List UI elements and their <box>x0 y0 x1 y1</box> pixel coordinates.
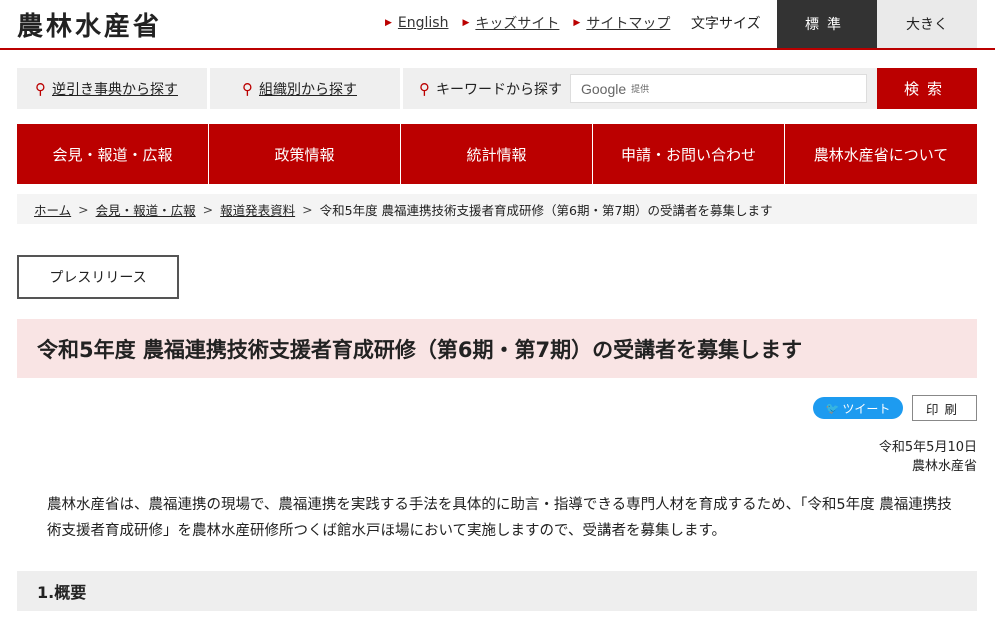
breadcrumb-press[interactable]: 会見・報道・広報 <box>96 200 196 219</box>
site-logo[interactable]: 農林水産省 <box>17 6 162 43</box>
search-button[interactable]: 検索 <box>877 68 977 109</box>
search-icon: ⚲ <box>242 79 253 98</box>
breadcrumb: ホーム > 会見・報道・広報 > 報道発表資料 > 令和5年度 農福連携技術支援… <box>17 194 977 224</box>
lead-paragraph: 農林水産省は、農福連携の現場で、農福連携を実践する手法を具体的に助言・指導できる… <box>47 497 952 539</box>
nav-item-press[interactable]: 会見・報道・広報 <box>17 124 209 184</box>
breadcrumb-separator: > <box>302 201 313 217</box>
breadcrumb-current: 令和5年度 農福連携技術支援者育成研修（第6期・第7期）の受講者を募集します <box>319 202 773 218</box>
search-row: ⚲ 逆引き事典から探す ⚲ 組織別から探す ⚲ キーワードから探す Google… <box>17 68 977 109</box>
publisher: 農林水産省 <box>911 459 977 474</box>
twitter-bird-icon: 🐦 <box>825 401 840 415</box>
publish-date: 令和5年5月10日 <box>878 440 977 455</box>
page-title-box: 令和5年度 農福連携技術支援者育成研修（第6期・第7期）の受講者を募集します <box>17 319 977 378</box>
tweet-label: ツイート <box>842 401 891 416</box>
breadcrumb-releases[interactable]: 報道発表資料 <box>220 200 295 219</box>
breadcrumb-home[interactable]: ホーム <box>34 200 71 219</box>
utility-links: ▶ English ▶ キッズサイト ▶ サイトマップ <box>385 13 684 33</box>
font-size-large-button[interactable]: 大きく <box>877 0 977 48</box>
nav-item-policy[interactable]: 政策情報 <box>209 124 401 184</box>
category-label: プレスリリース <box>17 255 179 299</box>
nav-item-about[interactable]: 農林水産省について <box>785 124 977 184</box>
nav-item-applications[interactable]: 申請・お問い合わせ <box>593 124 785 184</box>
chevron-right-icon: ▶ <box>573 18 581 28</box>
link-kids-site[interactable]: ▶ キッズサイト <box>462 13 559 33</box>
breadcrumb-separator: > <box>202 201 214 217</box>
main-nav: 会見・報道・広報 政策情報 統計情報 申請・お問い合わせ 農林水産省について <box>17 124 977 184</box>
page-title: 令和5年度 農福連携技術支援者育成研修（第6期・第7期）の受講者を募集します <box>37 337 803 362</box>
search-input[interactable]: Google 提供 <box>570 74 867 103</box>
nav-item-statistics[interactable]: 統計情報 <box>401 124 593 184</box>
font-size-standard-button[interactable]: 標準 <box>777 0 877 48</box>
section-heading-overview: 1.概要 <box>17 571 977 611</box>
print-button[interactable]: 印刷 <box>912 395 977 421</box>
breadcrumb-separator: > <box>78 201 89 217</box>
font-size-label: 文字サイズ <box>691 16 761 32</box>
organization-search-link[interactable]: ⚲ 組織別から探す <box>210 68 400 109</box>
search-icon: ⚲ <box>35 79 46 98</box>
google-provided-label: 提供 <box>631 85 650 95</box>
chevron-right-icon: ▶ <box>462 18 470 28</box>
search-icon: ⚲ <box>419 79 430 98</box>
tweet-button[interactable]: 🐦 ツイート <box>813 397 903 419</box>
reverse-lookup-link[interactable]: ⚲ 逆引き事典から探す <box>17 68 207 109</box>
chevron-right-icon: ▶ <box>385 18 392 28</box>
link-sitemap[interactable]: ▶ サイトマップ <box>573 13 670 33</box>
link-english[interactable]: ▶ English <box>385 13 448 33</box>
site-header: 農林水産省 ▶ English ▶ キッズサイト ▶ サイトマップ 文字サイズ … <box>0 0 995 48</box>
header-divider <box>0 48 995 50</box>
google-label: Google <box>581 80 627 97</box>
